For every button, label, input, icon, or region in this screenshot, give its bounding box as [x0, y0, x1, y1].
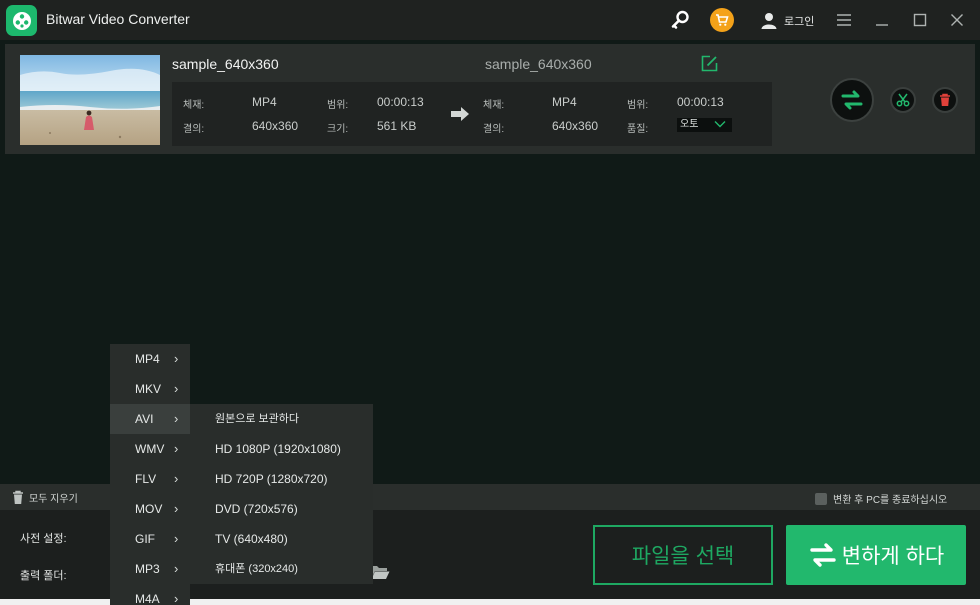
close-icon[interactable] [948, 8, 966, 32]
shutdown-after-checkbox[interactable]: 변환 후 PC를 종료하십시오 [815, 491, 947, 506]
target-range-label: 범위: [627, 100, 649, 111]
key-icon[interactable] [668, 8, 692, 32]
convert-all-button[interactable]: 변하게 하다 [786, 525, 966, 585]
format-menu-item-wmv[interactable]: WMV › [110, 434, 190, 464]
cut-button[interactable] [890, 87, 916, 113]
source-file-name: sample_640x360 [172, 56, 279, 72]
format-menu-item-label: GIF [135, 532, 155, 546]
shutdown-after-label: 변환 후 PC를 종료하십시오 [833, 495, 948, 506]
format-menu-item-m4a[interactable]: M4A › [110, 584, 190, 605]
preset-item-hd720p[interactable]: HD 720P (1280x720) [190, 464, 373, 494]
app-window: Bitwar Video Converter 로그인 sample_640x36… [0, 0, 980, 605]
avi-preset-submenu: 원본으로 보관하다 HD 1080P (1920x1080) HD 720P (… [190, 404, 373, 584]
format-menu-item-gif[interactable]: GIF › [110, 524, 190, 554]
maximize-icon[interactable] [911, 8, 929, 32]
convert-arrows-icon [841, 90, 863, 110]
format-menu-item-label: M4A [135, 592, 160, 605]
format-menu-item-mp3[interactable]: MP3 › [110, 554, 190, 584]
format-menu-item-label: WMV [135, 442, 165, 456]
target-file-name: sample_640x360 [485, 56, 592, 72]
source-resolution-value: 640x360 [252, 119, 299, 133]
app-title: Bitwar Video Converter [46, 11, 190, 27]
trash-icon [13, 490, 23, 504]
delete-button[interactable] [932, 87, 958, 113]
select-file-button[interactable]: 파일을 선택 [593, 525, 773, 585]
format-menu-item-label: MP4 [135, 352, 160, 366]
clear-all-button[interactable]: 모두 지우기 [12, 490, 78, 505]
convert-arrows-icon [810, 543, 836, 567]
format-menu-item-label: MKV [135, 382, 162, 396]
source-format-value: MP4 [252, 95, 277, 109]
user-icon[interactable] [760, 8, 778, 32]
chevron-right-icon: › [174, 351, 179, 366]
chevron-right-icon: › [174, 471, 179, 486]
chevron-right-icon: › [174, 441, 179, 456]
file-info-panel: 체재: MP4 범위: 00:00:13 결의: 640x360 크기: 561… [172, 82, 772, 146]
source-range-value: 00:00:13 [377, 95, 424, 109]
preset-item-original[interactable]: 원본으로 보관하다 [190, 404, 373, 434]
format-menu-item-mp4[interactable]: MP4 › [110, 344, 190, 374]
output-folder-label: 출력 폴더: [20, 570, 67, 582]
preset-label: 사전 설정: [20, 533, 67, 545]
video-thumbnail[interactable] [20, 55, 160, 145]
target-range-value: 00:00:13 [677, 95, 724, 109]
checkbox[interactable] [815, 492, 827, 505]
cart-icon[interactable] [710, 8, 734, 32]
format-menu-item-flv[interactable]: FLV › [110, 464, 190, 494]
menu-icon[interactable] [835, 8, 853, 32]
preset-item-tv[interactable]: TV (640x480) [190, 524, 373, 554]
quality-value: 오토 [680, 119, 699, 130]
chevron-down-icon [714, 119, 726, 134]
chevron-right-icon: › [174, 561, 179, 576]
format-menu-item-label: FLV [135, 472, 157, 486]
clear-all-label: 모두 지우기 [29, 494, 78, 505]
preset-item-mobile[interactable]: 휴대폰 (320x240) [190, 554, 373, 584]
chevron-right-icon: › [174, 501, 179, 516]
chevron-right-icon: › [174, 381, 179, 396]
edit-icon[interactable] [701, 55, 718, 77]
preset-item-hd1080p[interactable]: HD 1080P (1920x1080) [190, 434, 373, 464]
format-menu-item-avi[interactable]: AVI › [110, 404, 190, 434]
app-logo-icon [6, 5, 37, 36]
source-size-value: 561 KB [377, 119, 417, 133]
format-menu-item-label: MOV [135, 502, 163, 516]
target-quality-label: 품질: [627, 124, 649, 135]
format-menu-item-mkv[interactable]: MKV › [110, 374, 190, 404]
chevron-right-icon: › [174, 531, 179, 546]
preset-item-dvd[interactable]: DVD (720x576) [190, 494, 373, 524]
chevron-right-icon: › [174, 591, 179, 605]
format-menu-item-label: MP3 [135, 562, 160, 576]
file-item-row[interactable]: sample_640x360 sample_640x360 체재: MP4 범위… [5, 44, 975, 154]
minimize-icon[interactable] [873, 8, 891, 32]
scissors-icon [896, 93, 910, 107]
source-format-label: 체재: [183, 100, 205, 111]
target-format-label: 체재: [483, 100, 505, 111]
arrow-right-icon [450, 106, 470, 127]
chevron-right-icon: › [174, 411, 179, 426]
trash-icon [940, 93, 950, 106]
source-range-label: 범위: [327, 100, 349, 111]
convert-file-button[interactable] [830, 78, 874, 122]
format-menu-item-label: AVI [135, 412, 154, 426]
format-menu-item-mov[interactable]: MOV › [110, 494, 190, 524]
title-bar: Bitwar Video Converter 로그인 [0, 0, 980, 40]
convert-all-label: 변하게 하다 [841, 545, 945, 568]
source-size-label: 크기: [327, 124, 349, 135]
target-resolution-value: 640x360 [552, 119, 599, 133]
target-resolution-label: 결의: [483, 124, 505, 135]
source-resolution-label: 결의: [183, 124, 205, 135]
quality-select[interactable]: 오토 [677, 118, 732, 132]
login-link[interactable]: 로그인 [784, 13, 814, 29]
folder-icon[interactable] [370, 563, 390, 585]
format-menu: MP4 › MKV › AVI › WMV › FLV › MOV › GIF › MP3 › … [110, 344, 190, 605]
target-format-value: MP4 [552, 95, 577, 109]
